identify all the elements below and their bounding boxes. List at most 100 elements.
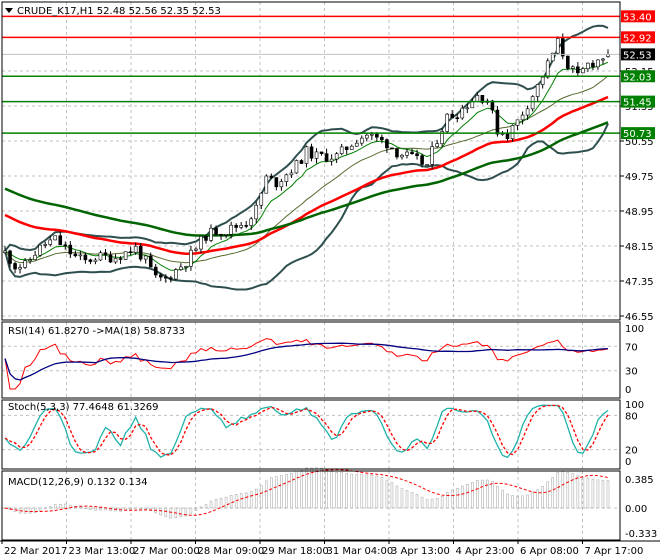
- macd-bar: [179, 507, 183, 518]
- candle-body: [234, 224, 238, 228]
- candle-body: [510, 125, 515, 140]
- candle-body: [269, 175, 274, 178]
- candle-body: [169, 277, 173, 280]
- candle-body: [63, 244, 68, 247]
- x-tick-label: 27 Mar 00:00: [133, 546, 200, 557]
- candle-body: [38, 244, 42, 256]
- y-tick-label: 49.75: [625, 172, 654, 183]
- macd-bar: [310, 467, 313, 509]
- macd-bar: [209, 500, 213, 509]
- candle-body: [435, 143, 439, 147]
- macd-bar: [48, 506, 52, 509]
- candle-body: [133, 245, 138, 253]
- macd-bar: [159, 507, 163, 516]
- candle-body: [219, 234, 223, 236]
- x-tick-label: 4 Apr 23:00: [456, 546, 515, 557]
- candle-body: [319, 151, 324, 154]
- macd-bar: [224, 496, 228, 509]
- y-tick-label: 0.385: [625, 475, 654, 486]
- macd-bar: [355, 474, 359, 509]
- candle-body: [571, 66, 575, 69]
- candle-body: [43, 244, 48, 246]
- candle-body: [254, 204, 259, 220]
- x-tick-label: 31 Mar 04:00: [327, 546, 394, 557]
- candle-body: [535, 84, 540, 97]
- candle-body: [560, 38, 565, 57]
- macd-bar: [551, 477, 555, 509]
- candle-body: [309, 146, 314, 159]
- macd-bar: [566, 472, 570, 509]
- macd-bar: [596, 479, 600, 509]
- macd-bar: [541, 486, 544, 509]
- macd-bar: [270, 477, 273, 509]
- candle-body: [199, 236, 203, 250]
- macd-bar: [586, 477, 590, 509]
- candle-body: [324, 153, 329, 162]
- candle-body: [118, 258, 123, 260]
- candle-body: [259, 192, 264, 206]
- macd-bar: [275, 476, 278, 509]
- candle-body: [354, 142, 359, 147]
- price-panel[interactable]: [2, 15, 620, 291]
- macd-bar: [375, 475, 379, 509]
- macd-label: MACD(12,26,9) 0.132 0.134: [8, 477, 148, 488]
- level-label: 50.73: [623, 129, 652, 140]
- macd-bar: [536, 489, 539, 509]
- macd-bar: [280, 475, 283, 509]
- candle-body: [23, 260, 27, 268]
- y-tick-label: 0: [625, 457, 631, 468]
- macd-bar: [445, 492, 449, 509]
- triangle-down-icon[interactable]: [5, 8, 13, 13]
- macd-bar: [511, 495, 514, 509]
- macd-bar: [199, 506, 203, 509]
- candle-body: [184, 266, 188, 268]
- candle-body: [98, 252, 103, 261]
- candle-body: [214, 227, 218, 235]
- candle-body: [189, 249, 193, 267]
- macd-bar: [425, 499, 429, 509]
- candle-body: [505, 133, 510, 140]
- candle-body: [586, 62, 590, 70]
- candle-body: [158, 274, 163, 278]
- candle-body: [530, 96, 535, 110]
- macd-bar: [139, 507, 142, 510]
- macd-bar: [395, 485, 399, 509]
- candle-body: [370, 133, 374, 136]
- y-tick-label: 20: [625, 446, 638, 457]
- macd-bar: [465, 484, 469, 509]
- y-tick-label: 48.95: [625, 207, 654, 218]
- trading-chart[interactable]: 22 Mar 2017 23 Mar 13:0027 Mar 00:0028 Ma…: [0, 0, 660, 560]
- macd-bar: [290, 472, 293, 509]
- level-label: 52.92: [623, 33, 652, 44]
- macd-bar: [335, 472, 338, 509]
- macd-bar: [491, 481, 494, 509]
- macd-bar: [204, 504, 208, 509]
- stoch-label: Stoch(5,3,3) 77.4648 61.3269: [8, 402, 159, 413]
- macd-bar: [385, 479, 389, 509]
- candle-body: [460, 107, 465, 119]
- candle-body: [33, 254, 37, 260]
- candle-body: [264, 175, 269, 194]
- candle-body: [13, 263, 17, 270]
- candle-body: [450, 113, 455, 119]
- candle-body: [103, 252, 108, 256]
- candle-body: [209, 227, 213, 241]
- candle-body: [430, 146, 434, 165]
- candle-body: [108, 254, 113, 263]
- macd-bar: [440, 495, 444, 509]
- candle-body: [515, 119, 520, 126]
- macd-bar: [28, 507, 32, 514]
- macd-bar: [84, 507, 87, 509]
- candle-body: [565, 55, 570, 69]
- current-price-label: 52.53: [623, 50, 652, 61]
- candle-body: [249, 218, 254, 226]
- macd-bar: [144, 507, 147, 510]
- macd-bar: [481, 479, 484, 509]
- candle-body: [465, 107, 470, 110]
- macd-bar: [606, 480, 610, 509]
- candle-body: [53, 235, 58, 241]
- candle-body: [274, 177, 279, 188]
- x-tick-label: 29 Mar 18:00: [262, 546, 329, 557]
- y-tick-label: 70: [625, 342, 638, 353]
- macd-bar: [486, 479, 489, 509]
